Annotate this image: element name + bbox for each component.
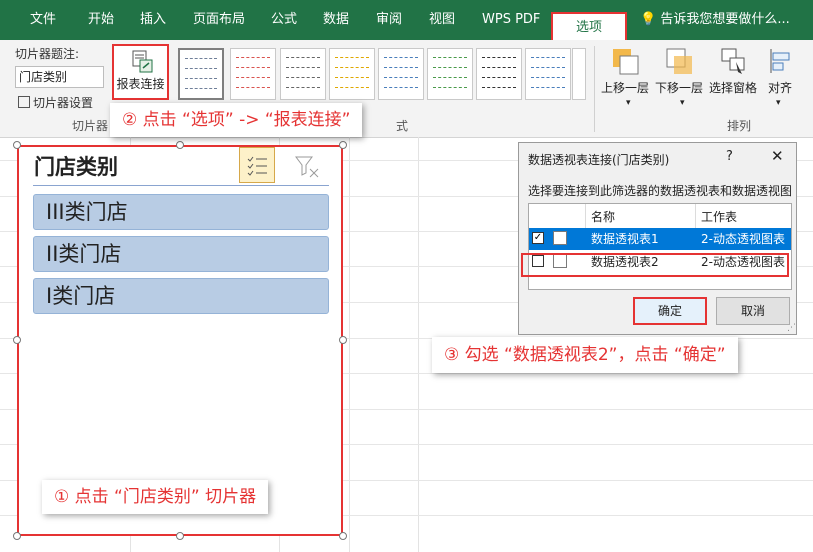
callout-step-3: ③ 勾选 “数据透视表2”，点击 “确定” (432, 337, 738, 373)
slicer-style-thumb[interactable] (329, 48, 375, 100)
column-header-sheet[interactable]: 工作表 (701, 208, 737, 225)
tab-view[interactable]: 视图 (429, 0, 455, 40)
dropdown-arrow-icon[interactable]: ▾ (680, 98, 685, 108)
report-connections-button[interactable]: 报表连接 (112, 44, 169, 100)
pivot-table-connections-dialog: 数据透视表连接(门店类别) ? ✕ 选择要连接到此筛选器的数据透视表和数据透视图… (518, 142, 797, 335)
slicer-header-divider (33, 185, 329, 186)
table-row[interactable]: ✓ 数据透视表1 2-动态透视图表 (529, 228, 791, 250)
row-sheet: 2-动态透视图表 (701, 232, 785, 246)
lightbulb-icon: 💡 (640, 12, 657, 27)
send-backward-button[interactable]: 下移一层 (652, 46, 706, 110)
tab-wps-pdf[interactable]: WPS PDF (482, 0, 540, 40)
resize-handle[interactable] (339, 532, 347, 540)
resize-handle[interactable] (13, 532, 21, 540)
bring-forward-icon (613, 49, 639, 75)
align-label: 对齐 (767, 81, 792, 95)
callout-step-2: ② 点击 “选项” -> “报表连接” (110, 103, 363, 137)
resize-handle[interactable] (176, 141, 184, 149)
resize-handle[interactable] (176, 532, 184, 540)
row-name: 数据透视表1 (591, 232, 659, 246)
slicer-item[interactable]: III类门店 (33, 194, 329, 230)
dialog-title: 数据透视表连接(门店类别) (528, 153, 670, 167)
slicer-title: 门店类别 (34, 155, 118, 179)
column-separator (585, 204, 586, 228)
group-label-arrange: 排列 (727, 119, 752, 133)
slicer-style-thumb[interactable] (178, 48, 224, 100)
tab-page-layout[interactable]: 页面布局 (193, 0, 245, 40)
group-label-styles: 式 (396, 119, 409, 133)
tell-me-search[interactable]: 💡 告诉我您想要做什么... (640, 0, 790, 40)
multi-select-button[interactable] (239, 147, 275, 183)
slicer-panel[interactable]: 门店类别 III类门店 II类门店 I类门店 (17, 145, 343, 536)
group-label-slicer: 切片器 (72, 119, 109, 133)
ribbon-separator (594, 46, 595, 132)
pivot-table-icon (553, 231, 567, 245)
report-connections-label: 报表连接 (116, 77, 165, 91)
highlight-box (521, 253, 789, 277)
slicer-settings-label: 切片器设置 (33, 96, 94, 110)
selection-pane-label: 选择窗格 (708, 81, 757, 95)
resize-handle[interactable] (13, 336, 21, 344)
ribbon-tab-bar: 文件 开始 插入 页面布局 公式 数据 审阅 视图 WPS PDF 选项 💡 告… (0, 0, 813, 44)
tab-file[interactable]: 文件 (30, 0, 56, 40)
slicer-style-thumb[interactable] (476, 48, 522, 100)
align-icon (770, 49, 790, 73)
slicer-style-thumb[interactable] (427, 48, 473, 100)
slicer-style-thumb[interactable] (230, 48, 276, 100)
dialog-description: 选择要连接到此筛选器的数据透视表和数据透视图 (528, 184, 793, 198)
column-separator (695, 204, 696, 228)
grid-line (418, 137, 419, 552)
tab-data[interactable]: 数据 (323, 0, 349, 40)
slicer-caption-label: 切片器题注: (15, 47, 80, 61)
slicer-style-thumb[interactable] (378, 48, 424, 100)
tab-review[interactable]: 审阅 (376, 0, 402, 40)
help-icon[interactable]: ? (726, 149, 733, 164)
tell-me-text: 告诉我您想要做什么... (660, 12, 790, 27)
clear-filter-icon[interactable] (293, 153, 323, 181)
resize-handle[interactable] (13, 141, 21, 149)
selection-pane-icon (721, 48, 745, 74)
slicer-item[interactable]: I类门店 (33, 278, 329, 314)
column-header-name[interactable]: 名称 (591, 208, 615, 225)
bring-forward-button[interactable]: 上移一层 (598, 46, 652, 110)
resize-grip-icon[interactable]: ⋰ (787, 323, 796, 333)
multi-select-icon (247, 156, 267, 176)
close-icon[interactable]: ✕ (771, 147, 784, 165)
send-backward-label: 下移一层 (654, 81, 703, 95)
bring-forward-label: 上移一层 (600, 81, 649, 95)
slicer-settings-button[interactable]: 切片器设置 (18, 94, 93, 111)
resize-handle[interactable] (339, 336, 347, 344)
dropdown-arrow-icon[interactable]: ▾ (626, 98, 631, 108)
tab-insert[interactable]: 插入 (140, 0, 166, 40)
slicer-caption-input[interactable]: 门店类别 (15, 66, 104, 88)
callout-step-1: ① 点击 “门店类别” 切片器 (42, 480, 269, 514)
slicer-style-thumb[interactable] (280, 48, 326, 100)
tab-home[interactable]: 开始 (88, 0, 114, 40)
row-checkbox[interactable]: ✓ (532, 232, 544, 244)
settings-icon (18, 96, 30, 108)
tab-formulas[interactable]: 公式 (271, 0, 297, 40)
slicer-item[interactable]: II类门店 (33, 236, 329, 272)
report-connections-icon (132, 50, 152, 73)
gallery-scroll-buttons[interactable] (572, 48, 586, 100)
ok-button[interactable]: 确定 (633, 297, 707, 325)
cancel-button[interactable]: 取消 (716, 297, 790, 325)
resize-handle[interactable] (339, 141, 347, 149)
send-backward-icon (666, 48, 692, 74)
dropdown-arrow-icon[interactable]: ▾ (776, 98, 781, 108)
selection-pane-button[interactable]: 选择窗格 (706, 46, 760, 110)
slicer-style-thumb[interactable] (525, 48, 571, 100)
grid-line (349, 137, 350, 552)
